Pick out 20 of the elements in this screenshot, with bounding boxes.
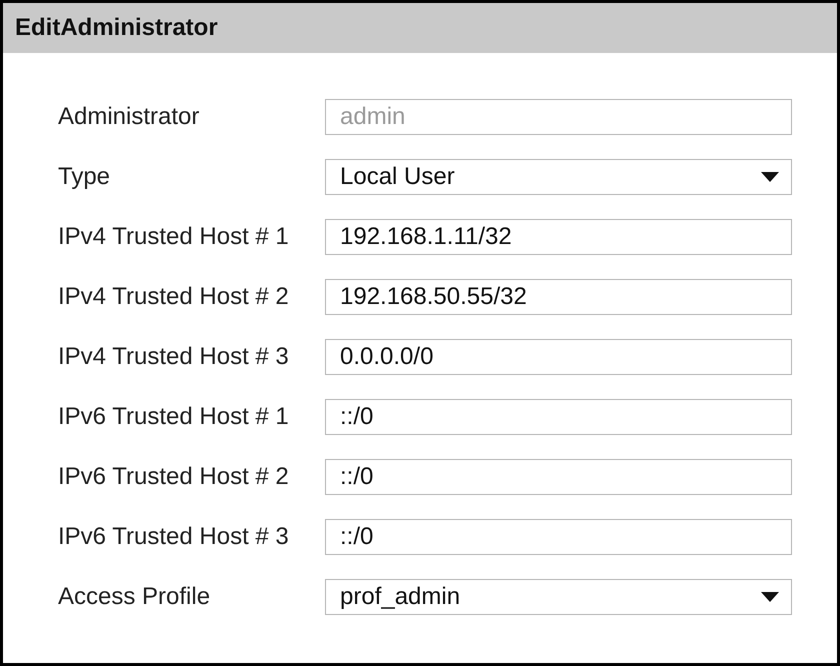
input-field[interactable]: ::/0 [325,399,792,435]
field-label: IPv6 Trusted Host # 2 [58,463,290,491]
field-label: Administrator [58,103,200,131]
input-field[interactable]: 0.0.0.0/0 [325,339,792,375]
field-label: IPv4 Trusted Host # 2 [58,283,290,311]
input-field[interactable]: 192.168.1.11/32 [325,219,792,255]
caret-icon [761,172,779,182]
field-label: IPv4 Trusted Host # 1 [58,223,290,251]
field-label: IPv4 Trusted Host # 3 [58,343,290,371]
field-label: Type [58,163,112,191]
caret-icon [761,592,779,602]
field-label: IPv6 Trusted Host # 1 [58,403,290,431]
input-field[interactable]: ::/0 [325,519,792,555]
field-label: IPv6 Trusted Host # 3 [58,523,290,551]
field-label: Access Profile [58,583,212,611]
window-title: EditAdministrator [3,3,837,53]
input-field[interactable]: ::/0 [325,459,792,495]
dropdown-field[interactable]: Local User [325,159,792,195]
dropdown-field[interactable]: prof_admin [325,579,792,615]
input-field[interactable]: 192.168.50.55/32 [325,279,792,315]
